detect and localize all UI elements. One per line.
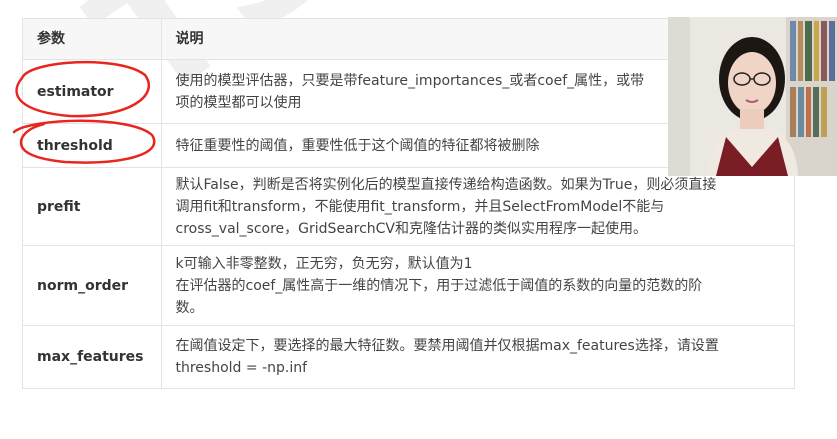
description-line: threshold = -np.inf [175, 360, 308, 376]
table-row: max_features 在阈值设定下，要选择的最大特征数。要禁用阈值并仅根据m… [23, 325, 794, 389]
description-line: 默认False，判断是否将实例化后的模型直接传递给构造函数。如果为True，则必… [175, 176, 717, 193]
description-line: 在阈值设定下，要选择的最大特征数。要禁用阈值并仅根据max_features选择… [175, 338, 719, 354]
table-row: norm_order k可输入非零整数，正无穷，负无穷，默认值为1 在评估器的c… [23, 245, 794, 326]
param-name: prefit [23, 167, 162, 246]
param-name: max_features [23, 325, 162, 388]
param-description: 在阈值设定下，要选择的最大特征数。要禁用阈值并仅根据max_features选择… [161, 326, 794, 389]
param-name: estimator [23, 59, 162, 124]
description-line: 数。 [175, 299, 204, 316]
param-description: 默认False，判断是否将实例化后的模型直接传递给构造函数。如果为True，则必… [161, 167, 794, 246]
description-line: cross_val_score，GridSearchCV和克隆估计器的类似实用程… [175, 220, 648, 237]
table-row: prefit 默认False，判断是否将实例化后的模型直接传递给构造函数。如果为… [23, 167, 794, 246]
param-name: norm_order [23, 245, 162, 326]
description-line: 在评估器的coef_属性高于一维的情况下，用于过滤低于阈值的系数的向量的范数的阶 [175, 277, 703, 294]
description-line: k可输入非零整数，正无穷，负无穷，默认值为1 [175, 255, 473, 272]
description-line: 调用fit和transform，不能使用fit_transform，并且Sele… [175, 198, 665, 215]
param-name: threshold [23, 123, 162, 168]
webcam-overlay [668, 17, 837, 176]
param-description: k可输入非零整数，正无穷，负无穷，默认值为1 在评估器的coef_属性高于一维的… [161, 245, 794, 326]
header-param: 参数 [23, 19, 162, 60]
presenter-video-frame [668, 17, 837, 176]
